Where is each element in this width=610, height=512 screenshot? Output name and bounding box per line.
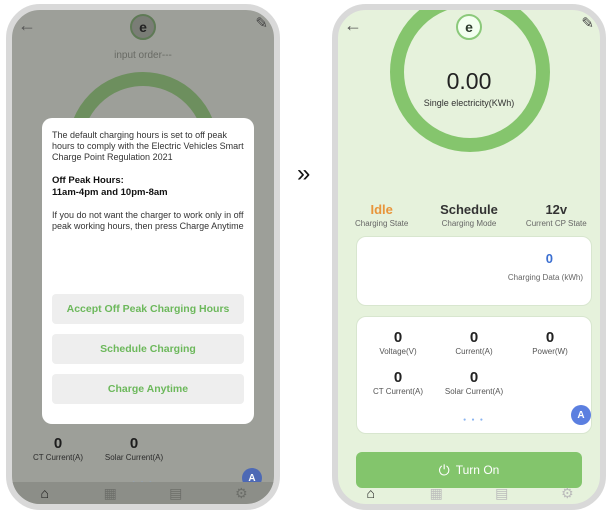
metric-ct-current: 0 CT Current(A) [26, 435, 90, 462]
metric-value: 0 [53, 435, 63, 452]
charging-data-card[interactable]: 0 Charging Data (kWh) [356, 236, 592, 306]
home-icon[interactable]: ⌂ [33, 485, 57, 501]
charge-anytime-button[interactable]: Charge Anytime [52, 374, 244, 404]
dialog-body-2: If you do not want the charger to work o… [52, 210, 244, 231]
metrics-card: 0 Voltage(V) 0 Current(A) 0 Power(W) 0 C… [356, 316, 592, 434]
home-icon[interactable]: ⌂ [359, 485, 383, 501]
charging-data-caption: Charging Data (kWh) [507, 273, 583, 282]
schedule-charging-button[interactable]: Schedule Charging [52, 334, 244, 364]
off-peak-heading: Off Peak Hours: [52, 175, 124, 186]
charging-data-value: 0 [545, 251, 553, 266]
assistant-badge[interactable]: A [571, 405, 591, 425]
dialog-body: The default charging hours is set to off… [52, 130, 244, 162]
metric-label: CT Current(A) [372, 387, 424, 396]
cp-state: 12v Current CP State [516, 202, 596, 228]
gauge-label: Single electricity(KWh) [423, 98, 515, 108]
back-arrow-icon[interactable]: ← [344, 16, 362, 34]
state-label: Current CP State [525, 219, 587, 228]
document-icon[interactable]: ▤ [164, 485, 188, 502]
state-value: 12v [545, 202, 568, 217]
metric-value: 0 [393, 329, 403, 346]
edit-icon[interactable]: ✎ [255, 14, 268, 32]
back-arrow-icon[interactable]: ← [18, 16, 36, 34]
input-order-placeholder: input order--- [114, 50, 172, 61]
metrics-row: 0 CT Current(A) 0 Solar Current(A) [26, 435, 166, 462]
metric-current: 0 Current(A) [437, 329, 511, 356]
grid-icon[interactable]: ▦ [424, 485, 448, 502]
settings-icon[interactable]: ⚙ [555, 485, 579, 502]
metric-ct-current: 0 CT Current(A) [361, 369, 435, 396]
metric-value: 0 [469, 369, 479, 386]
state-label: Charging Mode [441, 219, 497, 228]
metric-label: Power(W) [532, 347, 568, 356]
metric-solar-current: 0 Solar Current(A) [437, 369, 511, 396]
edit-icon[interactable]: ✎ [581, 14, 594, 32]
metric-label: Current(A) [455, 347, 493, 356]
metric-value: 0 [129, 435, 139, 452]
metric-voltage: 0 Voltage(V) [361, 329, 435, 356]
charging-mode: Schedule Charging Mode [429, 202, 509, 228]
state-row: Idle Charging State Schedule Charging Mo… [338, 202, 600, 228]
off-peak-hours: 11am-4pm and 10pm-8am [52, 187, 168, 198]
gauge-value: 0.00 [446, 68, 492, 94]
transition-arrow: » [297, 160, 311, 187]
grid-icon[interactable]: ▦ [98, 485, 122, 502]
bottom-nav: ⌂ ▦ ▤ ⚙ [12, 482, 274, 504]
state-label: Charging State [354, 219, 409, 228]
charging-state: Idle Charging State [342, 202, 422, 228]
settings-icon[interactable]: ⚙ [229, 485, 253, 502]
metric-solar-current: 0 Solar Current(A) [102, 435, 166, 462]
phone-screen-right: ← e ✎ 0.00 Single electricity(KWh) Idle … [332, 4, 606, 510]
turn-on-label: Turn On [455, 463, 500, 477]
logo-icon: e [130, 14, 156, 40]
phone-screen-left: ← e ✎ input order--- 0 CT Current(A) 0 S… [6, 4, 280, 510]
metric-label: Solar Current(A) [104, 453, 164, 462]
state-value: Idle [370, 202, 393, 217]
metric-label: Voltage(V) [379, 347, 417, 356]
page-indicator: ● ● ● [463, 417, 485, 423]
state-value: Schedule [440, 202, 498, 217]
top-bar: ← e ✎ [12, 10, 274, 50]
metric-value: 0 [469, 329, 479, 346]
power-icon: ⏻ [438, 461, 450, 478]
off-peak-dialog: The default charging hours is set to off… [42, 118, 254, 424]
metric-value: 0 [545, 329, 555, 346]
accept-off-peak-button[interactable]: Accept Off Peak Charging Hours [52, 294, 244, 324]
metric-value: 0 [393, 369, 403, 386]
metric-label: CT Current(A) [32, 453, 84, 462]
metric-label: Solar Current(A) [444, 387, 504, 396]
metric-power: 0 Power(W) [513, 329, 587, 356]
document-icon[interactable]: ▤ [490, 485, 514, 502]
bottom-nav: ⌂ ▦ ▤ ⚙ [338, 482, 600, 504]
